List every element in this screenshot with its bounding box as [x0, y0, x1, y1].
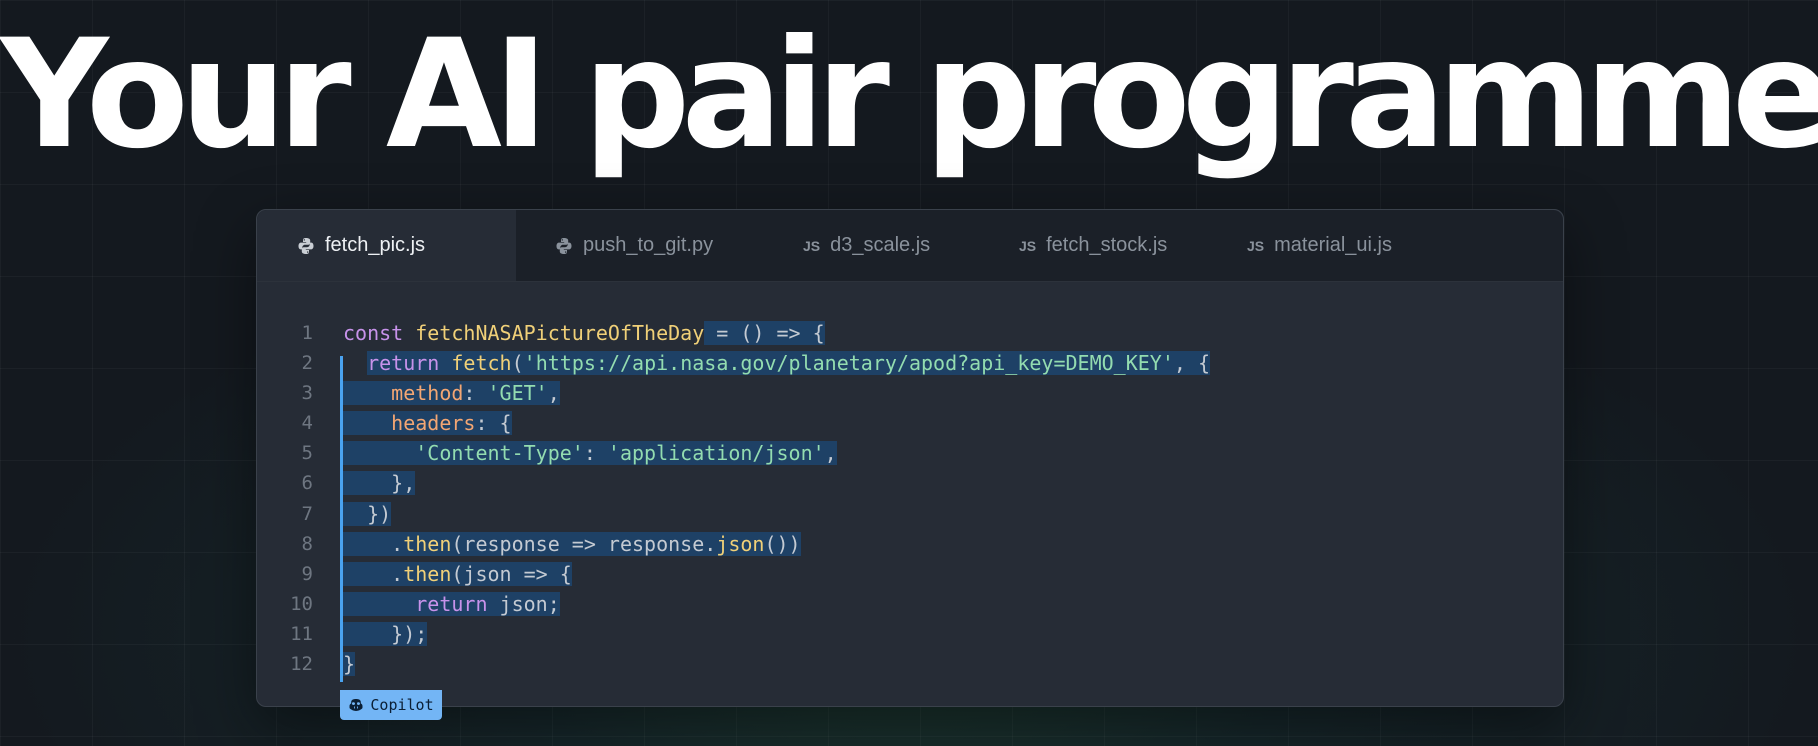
- code-token: json;: [499, 591, 560, 616]
- code-text: .then(json => {: [343, 559, 572, 589]
- code-token: :: [463, 381, 488, 406]
- tab-fetch-pic[interactable]: fetch_pic.js: [257, 210, 516, 281]
- code-token: }: [343, 652, 356, 677]
- code-token: const: [343, 321, 416, 345]
- code-text: return fetch('https://api.nasa.gov/plane…: [343, 348, 1210, 378]
- code-token: (: [511, 351, 524, 376]
- code-token: = () => {: [704, 321, 825, 345]
- page-headline: Your AI pair programmer: [0, 8, 1818, 182]
- code-editor: fetch_pic.js push_to_git.py JS d3_scale.…: [256, 209, 1564, 707]
- line-number: 7: [301, 502, 313, 525]
- code-token: [343, 591, 416, 616]
- code-token: }): [343, 501, 392, 526]
- python-icon: [555, 237, 573, 255]
- code-token: then: [403, 531, 452, 556]
- tab-label: d3_scale.js: [830, 234, 931, 256]
- code-token: .: [343, 531, 404, 556]
- code-token: [343, 441, 416, 466]
- line-number: 1: [301, 322, 313, 344]
- line-number: 11: [290, 622, 313, 645]
- line-number: 6: [301, 472, 313, 495]
- copilot-label: Copilot: [370, 696, 434, 714]
- line-number: 2: [301, 352, 313, 375]
- line-number: 8: [301, 532, 313, 555]
- code-token: (json => {: [451, 561, 572, 586]
- copilot-icon: [349, 699, 363, 711]
- code-token: fetch: [451, 351, 512, 376]
- code-token: (response => response.: [451, 531, 717, 556]
- python-icon: [297, 237, 315, 255]
- code-token: fetchNASAPictureOfTheDay: [415, 321, 705, 345]
- code-token: then: [403, 561, 452, 586]
- code-token: ,: [547, 381, 560, 406]
- code-text: 'Content-Type': 'application/json',: [343, 438, 837, 468]
- tab-d3-scale[interactable]: JS d3_scale.js: [773, 210, 989, 281]
- code-token: headers: [367, 411, 476, 436]
- code-token: ,: [824, 441, 837, 466]
- tab-label: fetch_stock.js: [1046, 234, 1168, 256]
- code-token: return: [415, 591, 500, 616]
- code-token: .: [343, 561, 404, 586]
- code-text: });: [343, 619, 428, 649]
- js-icon: JS: [1019, 237, 1037, 254]
- line-number: 3: [301, 382, 313, 405]
- code-text: .then(response => response.json()): [343, 529, 801, 559]
- code-token: 'application/json': [607, 441, 825, 466]
- tab-label: material_ui.js: [1274, 234, 1392, 256]
- code-token: :: [583, 441, 608, 466]
- tab-label: push_to_git.py: [583, 234, 714, 256]
- tab-label: fetch_pic.js: [325, 234, 426, 256]
- line-number: 5: [301, 442, 313, 465]
- code-text: }: [343, 649, 356, 679]
- editor-tab-bar: fetch_pic.js push_to_git.py JS d3_scale.…: [257, 210, 1563, 282]
- code-token: },: [343, 471, 416, 496]
- code-text: },: [343, 468, 416, 498]
- line-number: 12: [290, 653, 313, 676]
- line-number: 9: [301, 562, 313, 585]
- code-text: const fetchNASAPictureOfTheDay = () => {: [343, 318, 825, 348]
- code-token: method: [367, 381, 464, 406]
- code-token: , {: [1173, 351, 1210, 376]
- code-text: method: 'GET',: [343, 378, 560, 408]
- code-token: : {: [475, 411, 512, 436]
- tab-material-ui[interactable]: JS material_ui.js: [1230, 210, 1450, 281]
- line-number: 10: [290, 592, 313, 615]
- line-number: 4: [301, 412, 313, 435]
- code-token: ()): [764, 531, 801, 556]
- code-token: 'Content-Type': [415, 441, 584, 466]
- code-text: headers: {: [343, 408, 512, 438]
- tab-fetch-stock[interactable]: JS fetch_stock.js: [989, 210, 1230, 281]
- code-token: });: [343, 621, 428, 646]
- js-icon: JS: [1247, 237, 1265, 254]
- code-token: 'GET': [487, 381, 548, 406]
- code-text: }): [343, 499, 392, 529]
- code-token: [343, 411, 368, 436]
- code-token: 'https://api.nasa.gov/planetary/apod?api…: [523, 351, 1174, 376]
- tab-push-to-git[interactable]: push_to_git.py: [516, 210, 773, 281]
- code-token: return: [367, 351, 452, 376]
- code-token: json: [716, 531, 765, 556]
- suggestion-gutter-bar: [340, 356, 343, 682]
- js-icon: JS: [803, 237, 821, 254]
- copilot-badge[interactable]: Copilot: [340, 690, 442, 720]
- code-token: [343, 381, 368, 406]
- code-text: return json;: [343, 589, 560, 619]
